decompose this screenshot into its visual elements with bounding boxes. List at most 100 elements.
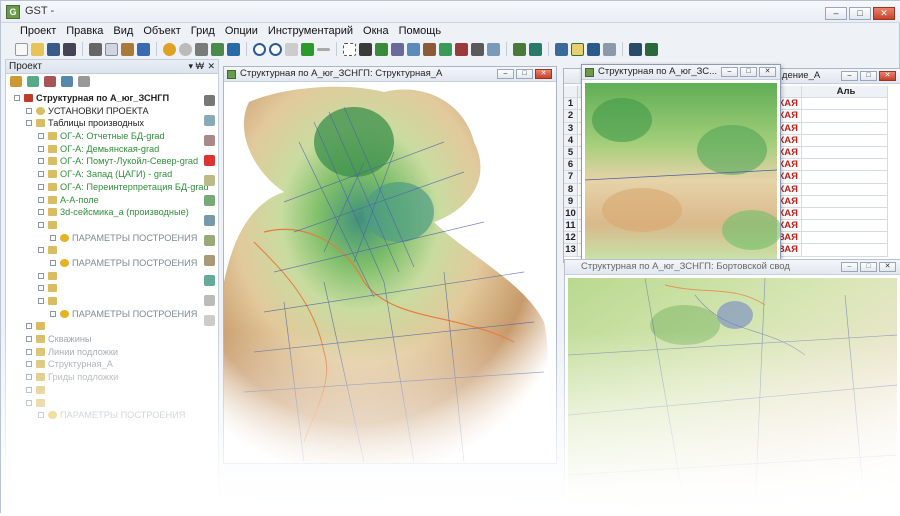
tree-expand-icon[interactable] [38, 285, 44, 292]
grid-cell[interactable] [802, 171, 888, 184]
menu-windows[interactable]: Окна [358, 23, 394, 40]
layout-active-icon[interactable] [571, 42, 584, 56]
grid-header-cell[interactable]: Аль [802, 86, 888, 99]
close-button[interactable]: ✕ [535, 69, 552, 79]
bottom-map-window[interactable]: Структурная по А_юг_ЗСНГП: Бортовской св… [564, 259, 900, 514]
new-icon[interactable] [15, 42, 28, 56]
tree-item[interactable]: Гриды подложки [6, 371, 200, 384]
remove-node-icon[interactable] [44, 76, 56, 87]
tree-item[interactable]: УСТАНОВКИ ПРОЕКТА [6, 105, 200, 118]
pan-icon[interactable] [195, 42, 208, 56]
small-map-canvas[interactable] [582, 80, 782, 263]
menu-options[interactable]: Опции [220, 23, 263, 40]
grid-cell[interactable] [802, 146, 888, 160]
zoom-in-icon[interactable] [253, 42, 266, 56]
close-button[interactable]: ✕ [879, 71, 896, 81]
maximize-button[interactable]: □ [860, 262, 877, 272]
tree-expand-icon[interactable] [26, 120, 32, 127]
contour-icon[interactable] [423, 42, 436, 56]
collapse-icon[interactable] [78, 76, 90, 87]
grid-icon[interactable] [163, 42, 176, 56]
tree-item[interactable]: ПАРАМЕТРЫ ПОСТРОЕНИЯ [6, 257, 200, 270]
close-button[interactable]: ✕ [759, 67, 776, 77]
grid-cell[interactable] [802, 244, 888, 257]
calc-icon[interactable] [204, 275, 215, 286]
window-tile-icon[interactable] [555, 42, 568, 56]
tree-expand-icon[interactable] [50, 310, 56, 317]
plus-icon[interactable] [301, 42, 314, 56]
fault-icon[interactable] [455, 42, 468, 56]
close-button[interactable]: ✕ [873, 7, 895, 20]
minimize-button[interactable]: – [721, 67, 738, 77]
tree-item[interactable] [6, 384, 200, 397]
tree-expand-icon[interactable] [38, 209, 44, 216]
tree-item[interactable]: ПАРАМЕТРЫ ПОСТРОЕНИЯ [6, 409, 200, 422]
minimize-button[interactable]: – [825, 7, 847, 20]
grid-cell[interactable] [802, 207, 888, 221]
tree-expand-icon[interactable] [38, 247, 44, 254]
tree-expand-icon[interactable] [38, 183, 44, 190]
menu-view[interactable]: Вид [108, 23, 138, 40]
tree-expand-icon[interactable] [26, 386, 32, 393]
tree-item[interactable] [6, 320, 200, 333]
tree-expand-icon[interactable] [38, 272, 44, 279]
tree-item[interactable]: Структурная по А_юг_ЗСНГП [6, 92, 200, 105]
grid-cell[interactable] [802, 110, 888, 123]
tree-item[interactable] [6, 244, 200, 257]
report-icon[interactable] [204, 315, 215, 326]
tree-item[interactable]: А-А-поле [6, 194, 200, 207]
tree-expand-icon[interactable] [38, 171, 44, 178]
copy-icon[interactable] [204, 115, 215, 126]
split-icon[interactable] [587, 42, 600, 56]
minimize-button[interactable]: – [841, 71, 858, 81]
folder-icon[interactable] [204, 175, 215, 186]
save-icon[interactable] [47, 42, 60, 56]
tree-expand-icon[interactable] [50, 234, 56, 241]
profile-icon[interactable] [391, 42, 404, 56]
grid-cell[interactable] [802, 220, 888, 233]
grid-cell[interactable] [802, 183, 888, 196]
tree-item[interactable]: ОГ-А: Помут-Лукойл-Север-grad [6, 155, 200, 168]
maximize-button[interactable]: □ [849, 7, 871, 20]
tree-expand-icon[interactable] [14, 95, 20, 101]
minus-icon[interactable] [317, 47, 330, 51]
tree-expand-icon[interactable] [26, 348, 32, 355]
open-icon[interactable] [31, 42, 44, 56]
panel-close-icon[interactable]: ✕ [207, 60, 215, 73]
tree-item[interactable]: 3d-сейсмика_а (производные) [6, 206, 200, 219]
chart-icon[interactable] [211, 42, 224, 56]
tree-expand-icon[interactable] [38, 158, 44, 165]
monitor-icon[interactable] [629, 42, 642, 56]
tree-item[interactable] [6, 295, 200, 308]
tree-item[interactable]: ОГ-А: Демьянская-grad [6, 143, 200, 156]
properties-icon[interactable] [61, 76, 73, 87]
tree-expand-icon[interactable] [26, 399, 32, 406]
menu-tools[interactable]: Инструментарий [263, 23, 358, 40]
map-icon[interactable] [204, 255, 215, 266]
camera-icon[interactable] [359, 42, 372, 56]
grid-cell[interactable] [802, 98, 888, 111]
structural-map-canvas[interactable] [224, 82, 556, 463]
tree-expand-icon[interactable] [50, 259, 56, 266]
tree-item[interactable]: ПАРАМЕТРЫ ПОСТРОЕНИЯ [6, 232, 200, 245]
tree-tool-icon[interactable] [10, 76, 22, 87]
surface-icon[interactable] [407, 42, 420, 56]
tree-item[interactable]: Структурная_А [6, 358, 200, 371]
filter-icon[interactable] [439, 42, 452, 56]
paste-icon[interactable] [121, 42, 134, 56]
grid-cell[interactable] [802, 134, 888, 147]
tree-item[interactable]: ОГ-А: Запад (ЦАГИ) - grad [6, 168, 200, 181]
layers-icon[interactable] [179, 42, 192, 56]
tree-item[interactable] [6, 282, 200, 295]
settings-icon[interactable] [513, 42, 526, 56]
table-add-icon[interactable] [204, 215, 215, 226]
tree-expand-icon[interactable] [38, 145, 44, 152]
small-map-window[interactable]: Структурная по А_юг_ЗС... – □ ✕ [581, 64, 782, 264]
grid-header-cell[interactable] [564, 86, 578, 99]
tree-expand-icon[interactable] [26, 336, 32, 343]
map-window[interactable]: Структурная по А_юг_ЗСНГП: Структурная_А… [223, 66, 557, 464]
well-icon[interactable] [375, 42, 388, 56]
tree-item[interactable]: ПАРАМЕТРЫ ПОСТРОЕНИЯ [6, 308, 200, 321]
tree-expand-icon[interactable] [38, 221, 44, 228]
tree-expand-icon[interactable] [38, 298, 44, 304]
